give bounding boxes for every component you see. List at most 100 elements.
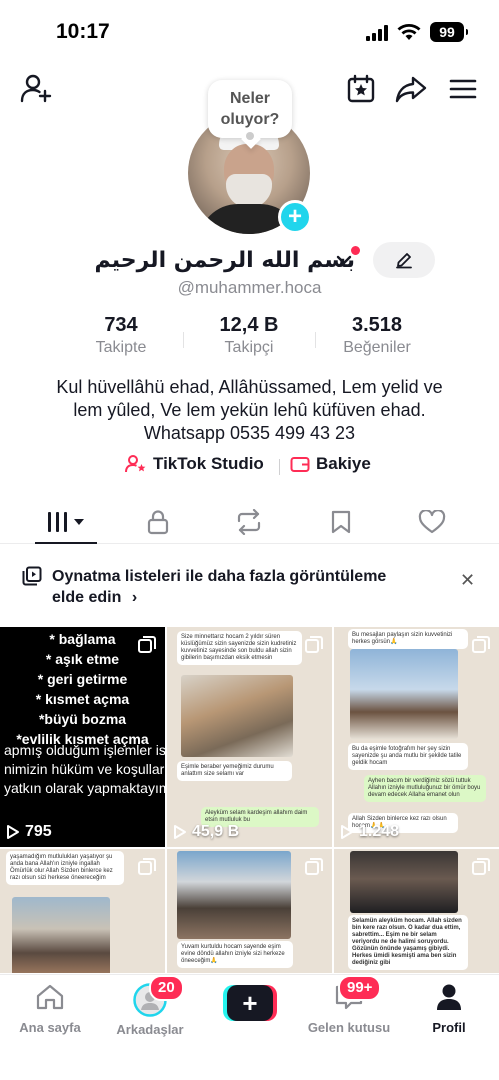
share-profile-button[interactable] (394, 72, 428, 106)
view-count: 1.248 (340, 823, 399, 841)
share-arrow-icon (395, 76, 427, 103)
video-thumbnail[interactable]: Selamün aleyküm hocam. Allah sizden bin … (334, 849, 499, 973)
video-thumbnail[interactable]: * bağlama * aşık etme * geri getirme * k… (0, 627, 165, 847)
multi-photo-icon (138, 636, 156, 653)
wallet-icon (290, 457, 310, 472)
multi-photo-icon (305, 858, 323, 875)
chat-message: Size minnettarız hocam 2 yıldır süren kü… (177, 631, 302, 665)
cellular-signal-icon (366, 25, 388, 41)
play-icon (7, 825, 19, 839)
bio-line: Kul hüvellâhü ehad, Allâhüssamed, Lem ye… (56, 377, 443, 397)
bio-line: lem yûled, Ve lem yekün lehû küfüven eha… (73, 400, 426, 420)
bottom-navigation: Ana sayfa Arkadaşlar 20 + Gelen kutusu 9… (0, 974, 499, 1080)
bookmark-icon (331, 510, 351, 534)
video-grid: * bağlama * aşık etme * geri getirme * k… (0, 627, 499, 973)
multi-photo-icon (472, 858, 490, 875)
stat-label: Takipte (95, 339, 147, 356)
profile-bio: Kul hüvellâhü ehad, Allâhüssamed, Lem ye… (20, 376, 479, 445)
bakiye-link[interactable]: Bakiye (290, 454, 371, 474)
close-banner-button[interactable]: ✕ (460, 570, 475, 591)
chat-message: Ayhen bacım bir verdiğimiz sözü tuttuk A… (364, 775, 486, 802)
chat-message: Bu da eşimle fotoğrafım her şey sizin sa… (348, 743, 468, 770)
profile-tools: TikTok Studio Bakiye (0, 454, 499, 480)
pencil-icon (396, 253, 412, 269)
edit-profile-button[interactable] (373, 242, 435, 278)
status-bubble[interactable]: Neler oluyor? (208, 80, 292, 140)
multi-photo-icon (472, 636, 490, 653)
video-thumbnail[interactable]: Yuvam kurtuldu hocam sayende eşim evine … (167, 849, 332, 973)
stat-value: 734 (104, 314, 138, 336)
profile-icon (437, 984, 461, 1010)
nav-profile[interactable]: Profil (399, 983, 499, 1035)
person-plus-icon (20, 74, 52, 103)
playlist-banner[interactable]: Oynatma listeleri ile daha fazla görüntü… (0, 556, 499, 616)
nav-label: Profil (432, 1020, 466, 1035)
friends-badge: 20 (149, 975, 184, 1001)
person-star-icon (125, 455, 146, 473)
nav-label: Arkadaşlar (116, 1022, 184, 1037)
grid-videos-icon (48, 512, 84, 532)
lock-icon (147, 510, 169, 535)
stat-label: Takipçi (224, 339, 274, 356)
stat-followers[interactable]: 12,4 B Takipçi (189, 314, 309, 357)
status-bar: 10:17 99 (0, 0, 499, 60)
play-icon (341, 825, 353, 839)
stat-following[interactable]: 734 Takipte (61, 314, 181, 357)
notification-dot (351, 246, 360, 255)
tab-saved[interactable] (310, 500, 372, 544)
status-bubble-text: Neler oluyor? (220, 90, 280, 128)
playlist-icon (22, 566, 42, 586)
inbox-badge: 99+ (338, 975, 382, 1001)
create-button[interactable]: + (223, 985, 277, 1021)
view-count: 795 (6, 823, 52, 841)
chat-photo (181, 675, 293, 757)
calendar-button[interactable] (344, 72, 378, 106)
content-tabs (0, 500, 499, 544)
chat-photo (350, 851, 458, 913)
home-icon (36, 984, 64, 1010)
chat-message: Bu mesajları paylaşın sizin kuvvetinizi … (348, 629, 468, 649)
view-count: 45,9 B (173, 823, 239, 841)
multi-photo-icon (138, 858, 156, 875)
hamburger-menu-icon (449, 79, 477, 99)
bio-line: Whatsapp 0535 499 43 23 (143, 423, 356, 443)
tiktok-studio-link[interactable]: TikTok Studio (125, 454, 264, 474)
plus-icon: + (227, 985, 273, 1021)
chat-photo (12, 897, 110, 973)
status-time: 10:17 (56, 20, 110, 43)
video-text: apmış olduğum işlemler isla nimizin hükü… (4, 742, 165, 796)
chat-message: Yuvam kurtuldu hocam sayende eşim evine … (177, 941, 293, 968)
chevron-right-icon: › (131, 589, 138, 606)
chevron-down-icon[interactable] (336, 254, 352, 266)
stat-value: 3.518 (351, 314, 403, 336)
chat-photo (177, 851, 291, 939)
chat-message: Selamün aleyküm hocam. Allah sizden bin … (348, 915, 468, 970)
profile-stats: 734 Takipte 12,4 B Takipçi 3.518 Beğenil… (0, 314, 499, 364)
tab-private[interactable] (127, 500, 189, 544)
video-thumbnail[interactable]: Bu mesajları paylaşın sizin kuvvetinizi … (334, 627, 499, 847)
add-story-plus-icon[interactable]: + (278, 200, 312, 234)
banner-text: Oynatma listeleri ile daha fazla görüntü… (52, 568, 387, 606)
nav-label: Gelen kutusu (307, 1020, 391, 1035)
tab-liked[interactable] (401, 500, 463, 544)
tab-videos[interactable] (35, 500, 97, 544)
add-friend-button[interactable] (18, 72, 54, 106)
stat-label: Beğeniler (343, 339, 411, 356)
tab-reposts[interactable] (218, 500, 280, 544)
calendar-star-icon (347, 74, 375, 103)
display-name[interactable]: بسم الله الرحمن الرحيم (95, 248, 355, 273)
video-thumbnail[interactable]: yaşamadığım mutlulukları yaşatıyor şu an… (0, 849, 165, 973)
battery-indicator: 99 (430, 22, 468, 42)
menu-button[interactable] (446, 74, 480, 104)
bakiye-label: Bakiye (316, 454, 371, 473)
repost-icon (237, 509, 261, 535)
multi-photo-icon (305, 636, 323, 653)
stat-value: 12,4 B (219, 314, 279, 336)
play-icon (174, 825, 186, 839)
stat-likes[interactable]: 3.518 Beğeniler (317, 314, 437, 357)
tiktok-studio-label: TikTok Studio (153, 454, 264, 473)
nav-home[interactable]: Ana sayfa (0, 983, 100, 1035)
username-handle: @muhammer.hoca (177, 278, 322, 297)
video-thumbnail[interactable]: Size minnettarız hocam 2 yıldır süren kü… (167, 627, 332, 847)
chat-photo (350, 649, 458, 739)
